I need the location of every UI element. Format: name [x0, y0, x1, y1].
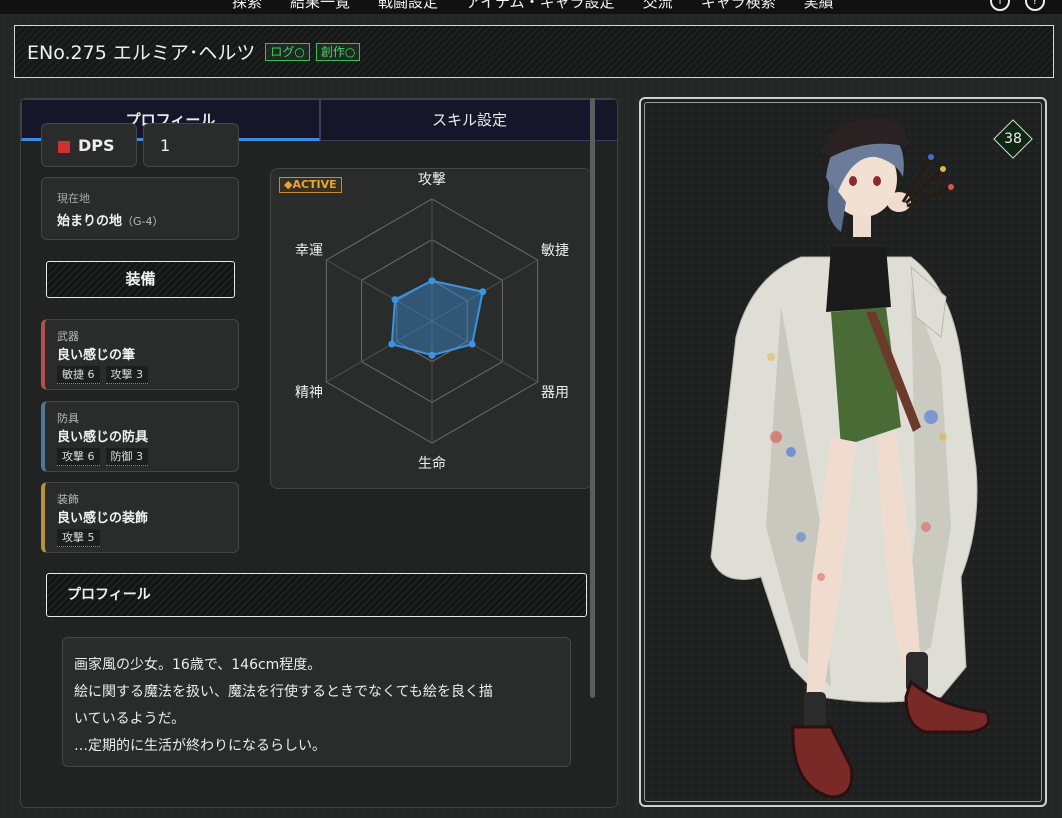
creation-tag: 創作○	[315, 42, 361, 61]
location-place: 始まりの地	[57, 214, 123, 229]
nav-items: 探索 結果一覧 戦闘設定 アイテム・キャラ設定 交流 キャラ検索 実績	[232, 0, 862, 12]
bio-line: …定期的に生活が終わりになるらしい。	[74, 738, 326, 754]
role-label: DPS	[78, 136, 115, 155]
nav-battle-settings[interactable]: 戦闘設定	[378, 0, 438, 12]
role-row: DPS 1	[41, 123, 239, 167]
radar-point	[388, 340, 396, 348]
bio-line: いているようだ。	[74, 711, 186, 727]
equipment-stats: 敏捷 6 攻撃 3	[57, 366, 148, 384]
radar-axis-label: 敏捷	[541, 243, 569, 259]
nav-explore[interactable]: 探索	[232, 0, 262, 12]
nav-achievements[interactable]: 実績	[804, 0, 834, 12]
radar-point	[428, 351, 436, 359]
role-card: DPS	[41, 123, 137, 167]
top-nav: 探索 結果一覧 戦闘設定 アイテム・キャラ設定 交流 キャラ検索 実績 i ?	[0, 0, 1062, 14]
location-code: （G-4）	[122, 215, 164, 228]
equipment-accessory[interactable]: 装飾 良い感じの装飾 攻撃 5	[41, 482, 239, 553]
equipment-type: 装飾	[57, 493, 79, 506]
page-title: ENo.275 エルミア･ヘルツ	[27, 42, 256, 64]
equipment-armor[interactable]: 防具 良い感じの防具 攻撃 6 防御 3	[41, 401, 239, 472]
equipment-stat: 攻撃 5	[57, 529, 100, 547]
bio-line: 絵に関する魔法を扱い、魔法を行使するときでなくても絵を良く描	[74, 684, 493, 700]
nav-item-chara-settings[interactable]: アイテム・キャラ設定	[466, 0, 615, 12]
equipment-name: 良い感じの装飾	[57, 511, 149, 526]
radar-axis-label: 精神	[295, 385, 323, 401]
equipment-type: 防具	[57, 412, 79, 425]
profile-heading: プロフィール	[46, 573, 587, 617]
location-card: 現在地 始まりの地（G-4）	[41, 177, 239, 240]
level-badge: 38	[993, 119, 1033, 159]
equipment-name: 良い感じの防具	[57, 430, 149, 445]
level-number: 38	[1004, 131, 1022, 147]
equipment-heading: 装備	[46, 261, 235, 298]
tab-skill-settings[interactable]: スキル設定	[320, 99, 617, 141]
radar-axis-label: 器用	[541, 385, 569, 401]
radar-point	[391, 296, 399, 304]
radar-axis-label: 攻撃	[418, 172, 446, 188]
equipment-stat: 攻撃 3	[105, 366, 148, 384]
stats-radar-chart: 攻撃敏捷器用生命 精神 幸運	[295, 172, 569, 472]
equipment-stats: 攻撃 5	[57, 529, 100, 547]
stats-radar-card: ◆ACTIVE 攻撃 敏捷 器用 生命 精神 幸運	[270, 168, 592, 489]
portrait-panel: 38	[639, 97, 1047, 807]
info-icon[interactable]: i	[990, 0, 1010, 11]
nav-results[interactable]: 結果一覧	[290, 0, 350, 12]
log-tag: ログ○	[265, 42, 310, 61]
equipment-stat: 敏捷 6	[57, 366, 100, 384]
character-header: ENo.275 エルミア･ヘルツ ログ○ 創作○	[14, 25, 1054, 78]
profile-scrollbar[interactable]	[590, 98, 595, 698]
radar-axis-label: 幸運	[295, 243, 323, 259]
bio-line: 画家風の少女。16歳で、146cm程度。	[74, 657, 322, 673]
help-icon[interactable]: ?	[1025, 0, 1045, 11]
radar-point	[468, 340, 476, 348]
nav-interaction[interactable]: 交流	[643, 0, 673, 12]
equipment-name: 良い感じの筆	[57, 348, 136, 363]
equipment-stat: 攻撃 6	[57, 448, 100, 466]
equipment-stat: 防御 3	[105, 448, 148, 466]
radar-point	[428, 277, 436, 285]
nav-chara-search[interactable]: キャラ検索	[701, 0, 776, 12]
profile-panel: プロフィール スキル設定 DPS 1 現在地 始まりの地（G-4） 装備 武器 …	[20, 98, 618, 808]
character-portrait	[710, 118, 991, 799]
profile-bio: 画家風の少女。16歳で、146cm程度。 絵に関する魔法を扱い、魔法を行使すると…	[62, 637, 571, 767]
location-label: 現在地	[57, 192, 90, 205]
role-value: 1	[160, 136, 171, 155]
radar-point	[479, 288, 487, 296]
location-name: 始まりの地（G-4）	[57, 210, 164, 229]
role-color-swatch	[58, 141, 70, 153]
role-value-card: 1	[143, 123, 239, 167]
equipment-weapon[interactable]: 武器 良い感じの筆 敏捷 6 攻撃 3	[41, 319, 239, 390]
equipment-stats: 攻撃 6 防御 3	[57, 448, 148, 466]
equipment-type: 武器	[57, 330, 79, 343]
radar-axis-label: 生命	[418, 455, 446, 472]
